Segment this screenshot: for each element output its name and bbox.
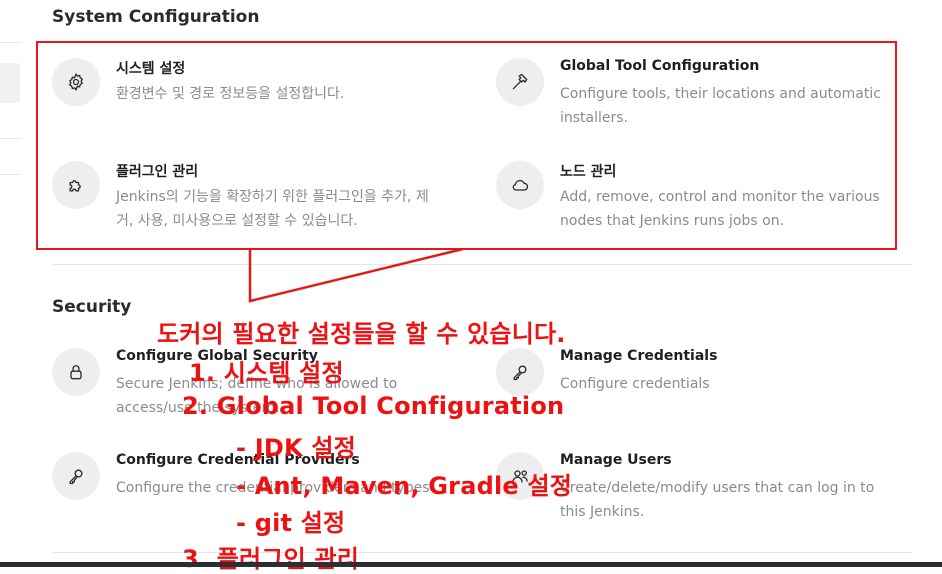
annotation-highlight-box xyxy=(36,41,897,250)
bottom-taskbar-edge xyxy=(0,562,942,567)
key-icon xyxy=(496,348,544,396)
card-description: Create/delete/modify users that can log … xyxy=(560,480,875,520)
lock-icon xyxy=(52,348,100,396)
annotation-line: - Ant, Maven, Gradle 설정 xyxy=(236,472,573,500)
sidebar-divider xyxy=(0,138,22,139)
card-description: Configure credentials xyxy=(560,376,710,392)
key-icon xyxy=(52,452,100,500)
annotation-line: - JDK 설정 xyxy=(236,434,356,462)
annotation-line: 2. Global Tool Configuration xyxy=(182,392,565,420)
sidebar-edge xyxy=(0,0,22,567)
section-divider xyxy=(52,264,912,265)
annotation-line: 1. 시스템 설정 xyxy=(189,359,344,387)
sidebar-item[interactable] xyxy=(0,63,20,103)
card-title: Manage Users xyxy=(560,452,672,468)
sidebar-divider xyxy=(0,42,22,43)
annotation-headline: 도커의 필요한 설정들을 할 수 있습니다. xyxy=(157,320,566,348)
section-title-system-configuration: System Configuration xyxy=(52,7,260,27)
annotation-line: 3. 플러그인 관리 xyxy=(182,545,360,573)
section-divider xyxy=(52,552,912,553)
annotation-line: - git 설정 xyxy=(236,509,346,537)
section-title-security: Security xyxy=(52,297,132,317)
sidebar-divider xyxy=(0,174,22,175)
card-title: Manage Credentials xyxy=(560,348,718,364)
